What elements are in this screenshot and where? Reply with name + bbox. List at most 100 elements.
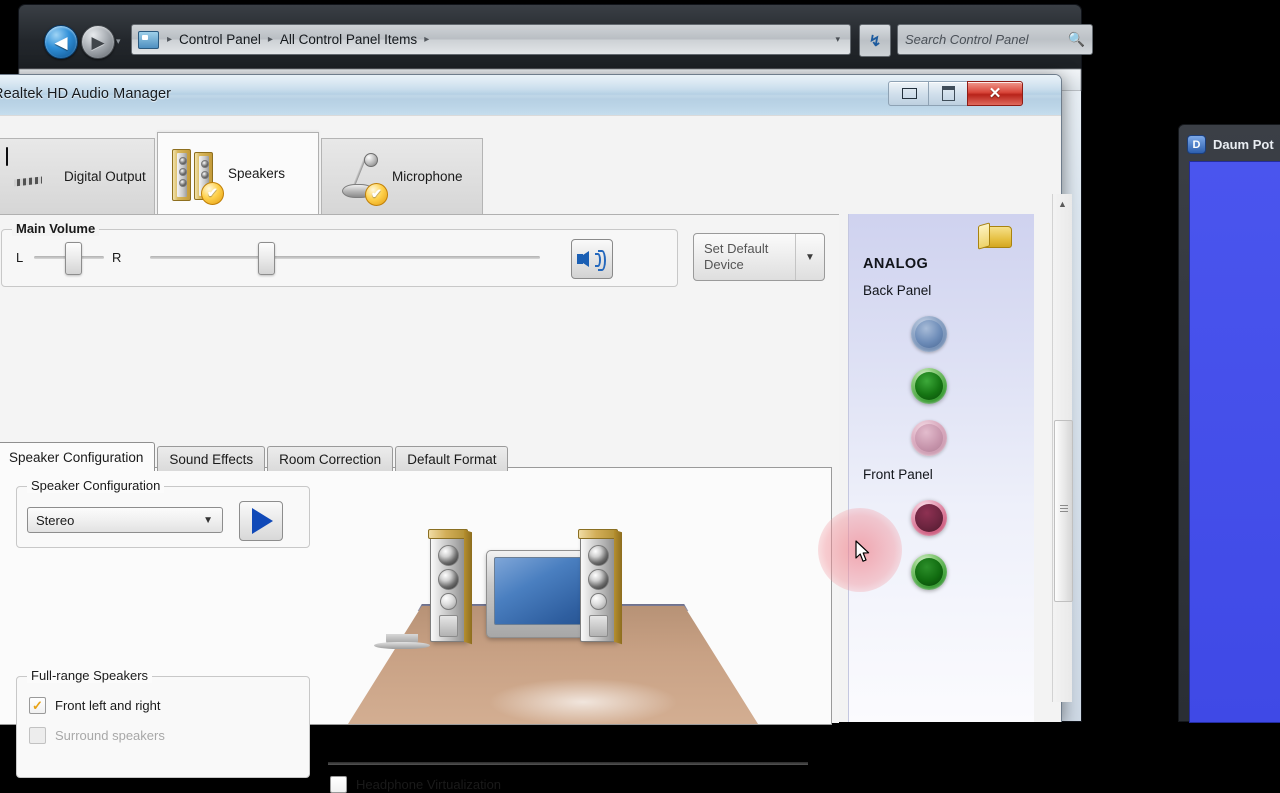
mute-button[interactable] <box>571 239 613 279</box>
microphone-icon: ✔ <box>330 148 392 206</box>
breadcrumb-all-items[interactable]: All Control Panel Items <box>278 32 419 47</box>
checkbox-label: Surround speakers <box>55 728 165 743</box>
speaker-configuration-select[interactable]: Stereo ▼ <box>27 507 223 533</box>
tab-speaker-configuration[interactable]: Speaker Configuration <box>0 442 156 471</box>
tab-label: Default Format <box>407 451 497 467</box>
main-content: Main Volume L R Set Default Device ▼ Spe… <box>0 214 839 793</box>
balance-left-label: L <box>16 250 24 265</box>
search-input[interactable]: Search Control Panel 🔍 <box>897 24 1093 55</box>
play-icon <box>252 508 273 534</box>
device-check-icon: ✔ <box>365 182 388 206</box>
analog-connector-panel: ANALOG Back Panel Front Panel <box>848 214 1034 722</box>
close-button[interactable]: ✕ <box>967 81 1023 106</box>
breadcrumb-separator: ▸ <box>167 34 173 45</box>
search-placeholder: Search Control Panel <box>905 32 1029 47</box>
forward-button[interactable]: ▶ <box>81 25 115 59</box>
front-panel-label: Front Panel <box>863 467 933 482</box>
speaker-configuration-group: Speaker Configuration Stereo ▼ <box>16 478 310 548</box>
scrollbar-thumb[interactable] <box>1054 420 1073 602</box>
checkbox-checked-icon: ✓ <box>29 697 46 714</box>
volume-slider-track[interactable] <box>150 256 540 259</box>
device-tab-strip: Digital Output ✔ Speakers ✔ Microphone <box>0 132 485 214</box>
potplayer-title: Daum Pot <box>1213 137 1274 152</box>
set-default-device-button[interactable]: Set Default Device ▼ <box>693 233 825 281</box>
device-tab-label: Microphone <box>392 169 463 184</box>
close-icon: ✕ <box>988 85 1002 102</box>
speaker-configuration-legend: Speaker Configuration <box>27 478 165 493</box>
recent-pages-caret-icon[interactable]: ▾ <box>116 36 121 47</box>
minimize-button[interactable] <box>888 81 930 106</box>
section-divider <box>328 762 808 765</box>
tab-label: Speaker Configuration <box>9 449 144 465</box>
tab-label: Room Correction <box>279 451 382 467</box>
address-bar[interactable]: ▸ Control Panel ▸ All Control Panel Item… <box>131 24 851 55</box>
analog-title: ANALOG <box>863 256 929 272</box>
realtek-titlebar[interactable]: Realtek HD Audio Manager ✕ <box>0 75 1061 116</box>
back-arrow-icon: ◀ <box>54 32 68 52</box>
breadcrumb-separator: ▸ <box>267 34 273 45</box>
minimize-icon <box>901 88 917 99</box>
checkbox-surround-speakers[interactable]: Surround speakers <box>29 727 165 744</box>
main-volume-group: Main Volume L R <box>1 221 678 287</box>
speaker-layout-illustration <box>338 528 768 724</box>
scrollbar-grip-icon <box>1060 505 1068 512</box>
device-tab-speakers[interactable]: ✔ Speakers <box>157 132 319 214</box>
window-title: Realtek HD Audio Manager <box>0 86 172 102</box>
front-panel-headphone-jack[interactable] <box>911 554 947 590</box>
tab-label: Sound Effects <box>169 451 254 467</box>
realtek-body: Digital Output ✔ Speakers ✔ Microphone M… <box>0 115 1061 793</box>
breadcrumb-control-panel[interactable]: Control Panel <box>177 32 263 47</box>
back-panel-label: Back Panel <box>863 283 932 298</box>
refresh-icon: ↯ <box>868 32 882 50</box>
back-button[interactable]: ◀ <box>44 25 78 59</box>
realtek-window: Realtek HD Audio Manager ✕ Digital Outpu… <box>0 74 1062 793</box>
vertical-scrollbar[interactable]: ▲ <box>1052 194 1073 702</box>
active-device-check-icon: ✔ <box>201 181 224 205</box>
address-dropdown-icon[interactable]: ▾ <box>835 34 846 45</box>
front-right-speaker-graphic[interactable] <box>578 529 622 645</box>
checkbox-label: Front left and right <box>55 698 161 713</box>
back-panel-line-in-jack[interactable] <box>911 316 947 352</box>
device-tab-microphone[interactable]: ✔ Microphone <box>321 138 483 214</box>
potplayer-titlebar: D Daum Pot <box>1187 135 1274 154</box>
full-range-speakers-group: Full-range Speakers ✓ Front left and rig… <box>16 668 310 778</box>
play-test-button[interactable] <box>239 501 283 541</box>
device-tab-label: Digital Output <box>64 169 146 184</box>
volume-slider-thumb[interactable] <box>258 242 275 275</box>
back-panel-line-out-jack[interactable] <box>911 368 947 404</box>
forward-arrow-icon: ▶ <box>91 32 105 52</box>
main-volume-legend: Main Volume <box>12 221 100 236</box>
refresh-button[interactable]: ↯ <box>859 24 891 57</box>
chevron-down-icon: ▼ <box>203 514 213 526</box>
tab-sound-effects[interactable]: Sound Effects <box>157 446 266 471</box>
checkbox-unchecked-icon <box>29 727 46 744</box>
balance-slider-thumb[interactable] <box>65 242 82 275</box>
search-icon: 🔍 <box>1067 31 1085 47</box>
scroll-up-arrow-icon: ▲ <box>1058 199 1067 209</box>
back-panel-mic-in-jack[interactable] <box>911 420 947 456</box>
potplayer-window[interactable]: D Daum Pot <box>1178 124 1280 723</box>
folder-icon[interactable] <box>978 222 1012 250</box>
control-panel-icon <box>138 30 159 49</box>
potplayer-logo-icon: D <box>1187 135 1206 154</box>
front-left-speaker-graphic[interactable] <box>428 529 472 645</box>
potplayer-video-area[interactable] <box>1189 161 1280 723</box>
full-range-speakers-legend: Full-range Speakers <box>27 668 153 683</box>
speaker-configuration-value: Stereo <box>36 512 75 528</box>
scroll-up-button[interactable]: ▲ <box>1053 194 1072 214</box>
set-default-dropdown-icon[interactable]: ▼ <box>795 234 824 280</box>
speaker-configuration-panel: Speaker Configuration Stereo ▼ Full-rang… <box>0 467 832 793</box>
maximize-button[interactable] <box>928 81 969 106</box>
tab-default-format[interactable]: Default Format <box>395 446 509 471</box>
tab-room-correction[interactable]: Room Correction <box>267 446 394 471</box>
device-tab-digital-output[interactable]: Digital Output <box>0 138 155 214</box>
maximize-icon <box>942 86 955 101</box>
set-default-device-label: Set Default Device <box>704 240 769 272</box>
front-panel-mic-jack[interactable] <box>911 500 947 536</box>
checkbox-label: Headphone Virtualization <box>356 777 502 792</box>
device-tab-label: Speakers <box>228 166 286 181</box>
checkbox-headphone-virtualization[interactable]: Headphone Virtualization <box>330 776 501 793</box>
speakers-icon: ✔ <box>166 145 228 205</box>
checkbox-front-left-and-right[interactable]: ✓ Front left and right <box>29 697 161 714</box>
tab-strip: Speaker Configuration Sound Effects Room… <box>0 442 510 471</box>
